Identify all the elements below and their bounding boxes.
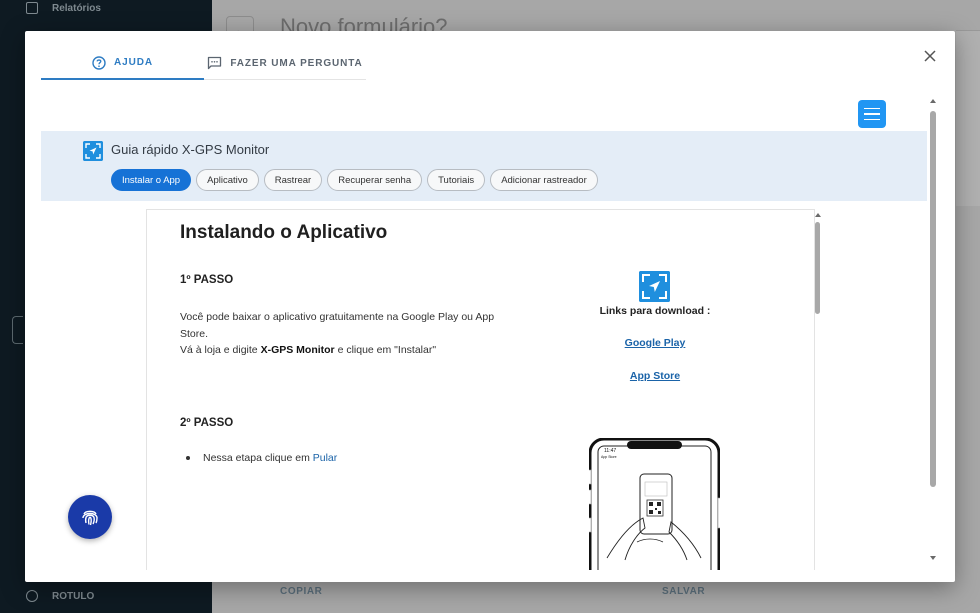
fingerprint-button[interactable] <box>68 495 112 539</box>
sidebar-item-relatorios[interactable]: Relatórios <box>26 2 101 14</box>
save-button[interactable]: SALVAR <box>662 586 705 597</box>
background-collapse-handle <box>12 316 23 344</box>
close-icon[interactable] <box>922 48 938 64</box>
menu-icon-bar <box>864 113 880 115</box>
help-circle-icon <box>92 55 106 70</box>
pill-adicionar-rastreador[interactable]: Adicionar rastreador <box>490 169 598 191</box>
pill-instalar-app[interactable]: Instalar o App <box>111 169 192 191</box>
chat-icon <box>208 56 222 70</box>
menu-icon-bar <box>864 107 880 110</box>
google-play-link[interactable]: Google Play <box>577 337 733 349</box>
dialog-scrollbar[interactable] <box>929 99 937 565</box>
help-dialog: AJUDA FAZER UMA PERGUNTA Guia rápido X-G… <box>25 31 955 582</box>
step1-line2-suffix: e clique em "Instalar" <box>334 344 437 356</box>
sidebar-item-label: ROTULO <box>52 590 95 602</box>
sidebar-item-label: Relatórios <box>52 2 101 14</box>
step1-line2-prefix: Vá à loja e digite <box>180 344 261 356</box>
step2-heading: 2º PASSO <box>180 417 234 429</box>
tab-ajuda[interactable]: AJUDA <box>41 47 204 80</box>
phone-app-label: App Store <box>601 455 617 459</box>
xgps-logo-icon <box>83 141 103 161</box>
gear-icon <box>26 590 38 602</box>
pular-link[interactable]: Pular <box>313 452 338 464</box>
step2-list-item: Nessa etapa clique em Pular <box>180 452 337 464</box>
sidebar-item-rotulo[interactable]: ROTULO <box>26 590 94 602</box>
phone-time: 11:47 <box>604 448 616 454</box>
menu-button[interactable] <box>858 100 886 128</box>
step2-text: Nessa etapa clique em <box>203 452 310 464</box>
guide-topic-pills: Instalar o App Aplicativo Rastrear Recup… <box>111 169 598 191</box>
pill-tutoriais[interactable]: Tutoriais <box>427 169 486 191</box>
tab-fazer-pergunta[interactable]: FAZER UMA PERGUNTA <box>204 47 366 80</box>
download-links-label: Links para download : <box>599 305 711 317</box>
app-store-link[interactable]: App Store <box>577 370 733 382</box>
tab-label: FAZER UMA PERGUNTA <box>230 57 363 69</box>
content-scrollbar[interactable] <box>814 211 822 569</box>
step1-line2: Vá à loja e digite X-GPS Monitor e cliqu… <box>180 342 520 359</box>
step1-line1: Você pode baixar o aplicativo gratuitame… <box>180 311 495 340</box>
content-title: Instalando o Aplicativo <box>180 222 388 243</box>
scrollbar-thumb[interactable] <box>815 222 820 314</box>
step1-heading: 1º PASSO <box>180 274 234 286</box>
bullet-icon <box>186 456 190 460</box>
step1-text: Você pode baixar o aplicativo gratuitame… <box>180 309 520 359</box>
chart-icon <box>26 2 38 14</box>
copy-button[interactable]: COPIAR <box>280 586 323 597</box>
scroll-down-icon[interactable] <box>930 556 936 560</box>
guide-header: Guia rápido X-GPS Monitor Instalar o App… <box>41 131 927 201</box>
guide-content: Instalando o Aplicativo 1º PASSO Você po… <box>146 209 815 570</box>
scroll-up-icon[interactable] <box>930 99 936 103</box>
menu-icon-bar <box>864 118 880 121</box>
scroll-up-icon[interactable] <box>815 213 821 217</box>
pill-rastrear[interactable]: Rastrear <box>263 169 323 191</box>
pill-aplicativo[interactable]: Aplicativo <box>196 169 259 191</box>
xgps-logo-icon <box>639 271 670 302</box>
scrollbar-thumb[interactable] <box>930 111 936 487</box>
background-card <box>956 30 980 206</box>
pill-recuperar-senha[interactable]: Recuperar senha <box>327 169 423 191</box>
phone-illustration: 11:47 App Store <box>589 438 720 570</box>
step1-app-name: X-GPS Monitor <box>260 344 335 356</box>
guide-title: Guia rápido X-GPS Monitor <box>111 142 270 157</box>
fingerprint-icon <box>82 510 98 526</box>
dialog-tabs: AJUDA FAZER UMA PERGUNTA <box>41 47 366 80</box>
tab-label: AJUDA <box>114 57 153 68</box>
